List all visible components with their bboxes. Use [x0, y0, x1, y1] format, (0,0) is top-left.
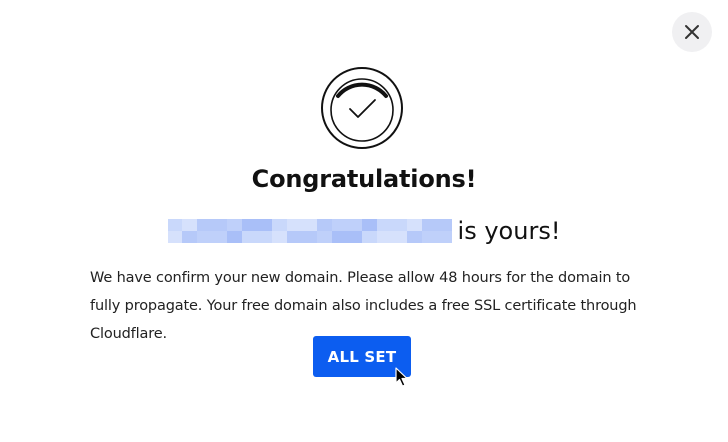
- pixel-block: [331, 231, 347, 243]
- pixel-block: [272, 219, 288, 231]
- pixel-block: [436, 231, 452, 243]
- pixel-block: [436, 219, 452, 231]
- dialog-title: Congratulations!: [251, 165, 477, 193]
- pixel-block: [361, 219, 377, 231]
- pixel-block: [376, 231, 392, 243]
- pixel-block: [346, 219, 362, 231]
- pixel-block: [346, 231, 362, 243]
- close-icon: [685, 25, 699, 39]
- check-circle-icon: [321, 67, 403, 149]
- pixel-block: [302, 231, 318, 243]
- pixel-block: [287, 219, 303, 231]
- pixel-block: [212, 219, 228, 231]
- pixel-block: [391, 231, 407, 243]
- pixel-block: [167, 219, 183, 231]
- pixel-block: [406, 219, 422, 231]
- pixel-block: [182, 231, 198, 243]
- pixel-block: [182, 219, 198, 231]
- pixel-block: [376, 219, 392, 231]
- pixel-block: [421, 219, 437, 231]
- pixel-block: [167, 231, 183, 243]
- pixel-block: [257, 219, 273, 231]
- all-set-button[interactable]: ALL SET: [313, 336, 411, 377]
- domain-ownership-text: is yours!: [457, 217, 561, 245]
- pixel-block: [197, 231, 213, 243]
- pixel-block: [331, 219, 347, 231]
- pixel-block: [227, 219, 243, 231]
- pixel-block: [242, 231, 258, 243]
- pixel-block: [227, 231, 243, 243]
- pixel-block: [361, 231, 377, 243]
- pixel-block: [197, 219, 213, 231]
- pixel-block: [272, 231, 288, 243]
- pixel-block: [212, 231, 228, 243]
- pixel-block: [302, 219, 318, 231]
- congratulations-dialog: Congratulations! is yours! We have confi…: [0, 0, 728, 442]
- pixel-block: [391, 219, 407, 231]
- pixel-block: [242, 219, 258, 231]
- domain-line: is yours!: [0, 213, 728, 249]
- pixelated-domain-name: [167, 219, 452, 243]
- pixel-block: [257, 231, 273, 243]
- pixel-block: [406, 231, 422, 243]
- pixel-block: [287, 231, 303, 243]
- pixel-block: [317, 231, 332, 243]
- pixel-block: [421, 231, 437, 243]
- close-button[interactable]: [672, 12, 712, 52]
- pixel-block: [317, 219, 332, 231]
